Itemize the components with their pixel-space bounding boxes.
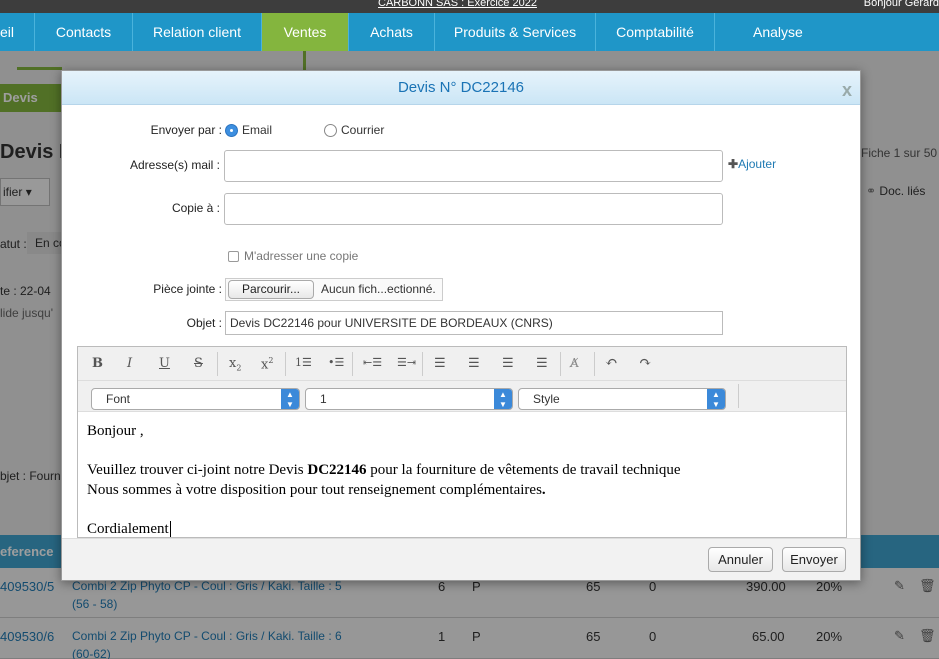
align-left-icon[interactable]: ☰ <box>434 356 446 371</box>
copy-to-me-label: M'adresser une copie <box>244 249 359 263</box>
nav-item-ventes[interactable]: Ventes <box>262 13 349 51</box>
message-line-1: Veuillez trouver ci-joint notre Devis DC… <box>87 461 837 481</box>
text-cursor <box>169 520 171 537</box>
annuler-button[interactable]: Annuler <box>708 547 773 572</box>
radio-email-label: Email <box>242 123 273 137</box>
message-line-1-end: pour la fourniture de vêtements de trava… <box>366 462 681 478</box>
message-line-2-text: Nous sommes à votre disposition pour tou… <box>87 481 542 498</box>
subscript-icon[interactable]: x2 <box>229 356 241 373</box>
no-file-label: Aucun fich...ectionné. <box>321 282 436 296</box>
dialog-title: Devis N° DC22146 <box>397 79 525 96</box>
editor-toolbar: B I U S x2 x2 1☰ •☰ ⇤☰ ☰⇥ ☰ ☰ ☰ ☰ A̸ ↶ ↷ <box>78 347 846 381</box>
message-line-1-start: Veuillez trouver ci-joint notre Devis <box>87 462 308 478</box>
copy-to-me-checkbox[interactable] <box>228 251 239 262</box>
italic-icon[interactable]: I <box>127 356 132 371</box>
nav-item-accueil[interactable]: eil <box>0 13 35 51</box>
bold-icon[interactable]: B <box>92 356 103 371</box>
radio-courrier[interactable] <box>324 124 337 137</box>
plus-icon: ✚ <box>728 157 739 171</box>
parcourir-button[interactable]: Parcourir... <box>228 280 314 299</box>
ordered-list-icon[interactable]: 1☰ <box>295 356 312 369</box>
radio-courrier-label: Courrier <box>341 123 385 137</box>
send-devis-dialog: Devis N° DC22146 x Envoyer par : Email C… <box>61 70 861 581</box>
message-line-2: Nous sommes à votre disposition pour tou… <box>87 481 837 501</box>
toolbar-divider <box>594 352 595 376</box>
nav-item-analyse[interactable]: Analyse <box>715 13 927 51</box>
size-select[interactable]: 1 ▲ ▼ <box>305 388 513 410</box>
select-arrows-icon: ▲ ▼ <box>494 389 512 409</box>
message-editor: B I U S x2 x2 1☰ •☰ ⇤☰ ☰⇥ ☰ ☰ ☰ ☰ A̸ ↶ ↷… <box>77 346 847 538</box>
ajouter-link[interactable]: ✚Ajouter <box>728 157 776 171</box>
style-select-value: Style <box>533 392 560 406</box>
file-chooser: Parcourir... Aucun fich...ectionné. <box>225 278 443 301</box>
editor-format-bar: Font ▲ ▼ 1 ▲ ▼ Style ▲ ▼ <box>78 381 846 412</box>
toolbar-divider <box>352 352 353 376</box>
message-body[interactable]: Bonjour , Veuillez trouver ci-joint notr… <box>78 412 846 538</box>
toolbar-divider <box>738 384 739 408</box>
message-greeting: Bonjour , <box>87 423 144 439</box>
align-justify-icon[interactable]: ☰ <box>536 356 548 371</box>
copie-field[interactable] <box>224 193 723 225</box>
close-icon[interactable]: x <box>842 73 852 107</box>
font-select-value: Font <box>106 392 131 406</box>
underline-icon[interactable]: U <box>159 356 170 371</box>
nav-item-comptabilite[interactable]: Comptabilité <box>596 13 715 51</box>
select-arrows-icon: ▲ ▼ <box>707 389 725 409</box>
redo-icon[interactable]: ↷ <box>639 353 652 371</box>
toolbar-divider <box>217 352 218 376</box>
align-right-icon[interactable]: ☰ <box>502 356 514 371</box>
message-closing: Cordialement <box>87 520 837 538</box>
adresse-label: Adresse(s) mail : <box>129 158 220 172</box>
main-nav: eil Contacts Relation client Ventes Acha… <box>0 13 939 51</box>
nav-item-achats[interactable]: Achats <box>349 13 435 51</box>
top-bar: CARBONN SAS : Exercice 2022 Bonjour Gera… <box>0 0 939 13</box>
outdent-icon[interactable]: ⇤☰ <box>363 356 382 369</box>
font-select[interactable]: Font ▲ ▼ <box>91 388 300 410</box>
dialog-footer: Annuler Envoyer <box>62 538 860 580</box>
indent-icon[interactable]: ☰⇥ <box>397 356 416 369</box>
align-center-icon[interactable]: ☰ <box>468 356 480 371</box>
copie-label: Copie à : <box>171 201 220 215</box>
style-select[interactable]: Style ▲ ▼ <box>518 388 726 410</box>
radio-email[interactable] <box>225 124 238 137</box>
ajouter-label: Ajouter <box>738 157 777 171</box>
message-devis-number: DC22146 <box>307 462 367 478</box>
strikethrough-icon[interactable]: S <box>194 356 203 371</box>
envoyer-par-label: Envoyer par : <box>150 123 222 137</box>
superscript-icon[interactable]: x2 <box>261 356 273 372</box>
select-arrows-icon: ▲ ▼ <box>281 389 299 409</box>
clear-format-icon[interactable]: A̸ <box>570 356 579 370</box>
message-line-2-end: . <box>541 481 546 498</box>
toolbar-divider <box>422 352 423 376</box>
nav-item-relation-client[interactable]: Relation client <box>133 13 262 51</box>
objet-label: Objet : <box>186 316 222 330</box>
piece-jointe-label: Pièce jointe : <box>153 282 222 296</box>
nav-item-produits-services[interactable]: Produits & Services <box>435 13 596 51</box>
undo-icon[interactable]: ↶ <box>605 353 618 371</box>
adresse-mail-field[interactable] <box>224 150 723 182</box>
toolbar-divider <box>285 352 286 376</box>
message-closing-text: Cordialement <box>87 520 169 537</box>
size-select-value: 1 <box>320 392 327 406</box>
objet-field[interactable]: Devis DC22146 pour UNIVERSITE DE BORDEAU… <box>225 311 723 335</box>
dialog-header: Devis N° DC22146 x <box>62 71 860 105</box>
company-label[interactable]: CARBONN SAS : Exercice 2022 <box>378 0 537 9</box>
nav-item-contacts[interactable]: Contacts <box>35 13 133 51</box>
envoyer-button[interactable]: Envoyer <box>782 547 846 572</box>
user-greeting: Bonjour Gerard <box>863 0 939 9</box>
toolbar-divider <box>560 352 561 376</box>
unordered-list-icon[interactable]: •☰ <box>328 356 344 369</box>
